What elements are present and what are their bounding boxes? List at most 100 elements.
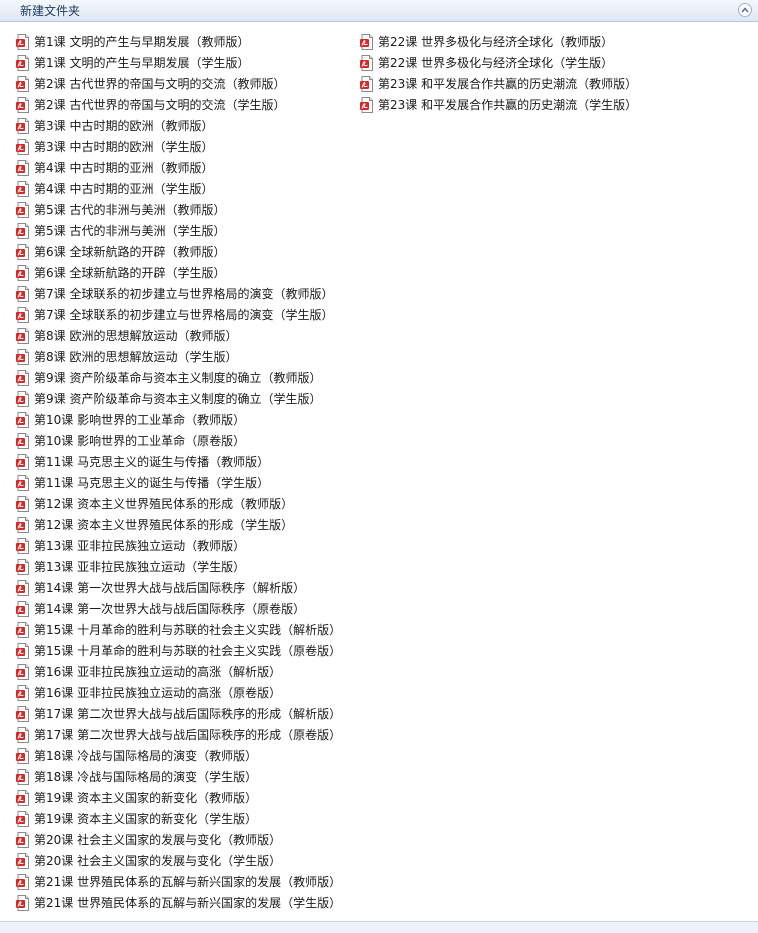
file-item[interactable]: 第16课 亚非拉民族独立运动的高涨（解析版） (15, 661, 341, 682)
file-name: 第15课 十月革命的胜利与苏联的社会主义实践（解析版） (34, 622, 342, 637)
pdf-icon (16, 894, 29, 911)
file-item[interactable]: 第18课 冷战与国际格局的演变（学生版） (15, 766, 341, 787)
file-name: 第23课 和平发展合作共赢的历史潮流（教师版） (378, 76, 638, 91)
file-name: 第21课 世界殖民体系的瓦解与新兴国家的发展（教师版） (34, 874, 342, 889)
file-item[interactable]: 第9课 资产阶级革命与资本主义制度的确立（教师版） (15, 367, 341, 388)
file-name: 第1课 文明的产生与早期发展（教师版） (34, 34, 250, 49)
pdf-icon (16, 579, 29, 596)
pdf-icon (16, 117, 29, 134)
file-item[interactable]: 第10课 影响世界的工业革命（原卷版） (15, 430, 341, 451)
pdf-icon (16, 180, 29, 197)
file-item[interactable]: 第17课 第二次世界大战与战后国际秩序的形成（解析版） (15, 703, 341, 724)
file-item[interactable]: 第21课 世界殖民体系的瓦解与新兴国家的发展（学生版） (15, 892, 341, 913)
file-name: 第11课 马克思主义的诞生与传播（学生版） (34, 475, 270, 490)
file-name: 第19课 资本主义国家的新变化（教师版） (34, 790, 258, 805)
file-name: 第6课 全球新航路的开辟（教师版） (34, 244, 226, 259)
file-name: 第18课 冷战与国际格局的演变（学生版） (34, 769, 258, 784)
file-item[interactable]: 第21课 世界殖民体系的瓦解与新兴国家的发展（教师版） (15, 871, 341, 892)
pdf-icon (360, 96, 373, 113)
file-item[interactable]: 第22课 世界多极化与经济全球化（学生版） (359, 52, 637, 73)
file-item[interactable]: 第19课 资本主义国家的新变化（教师版） (15, 787, 341, 808)
file-column-right: 第22课 世界多极化与经济全球化（教师版） 第22课 世界多极化与经济全球化（学… (359, 31, 637, 115)
file-item[interactable]: 第5课 古代的非洲与美洲（教师版） (15, 199, 341, 220)
file-name: 第16课 亚非拉民族独立运动的高涨（解析版） (34, 664, 282, 679)
file-item[interactable]: 第8课 欧洲的思想解放运动（教师版） (15, 325, 341, 346)
file-item[interactable]: 第7课 全球联系的初步建立与世界格局的演变（学生版） (15, 304, 341, 325)
file-item[interactable]: 第16课 亚非拉民族独立运动的高涨（原卷版） (15, 682, 341, 703)
file-item[interactable]: 第15课 十月革命的胜利与苏联的社会主义实践（解析版） (15, 619, 341, 640)
file-name: 第22课 世界多极化与经济全球化（教师版） (378, 34, 614, 49)
file-name: 第14课 第一次世界大战与战后国际秩序（解析版） (34, 580, 306, 595)
file-name: 第4课 中古时期的亚洲（教师版） (34, 160, 214, 175)
pdf-icon (360, 33, 373, 50)
file-item[interactable]: 第14课 第一次世界大战与战后国际秩序（原卷版） (15, 598, 341, 619)
collapse-button[interactable] (738, 3, 752, 17)
pdf-icon (16, 726, 29, 743)
file-name: 第14课 第一次世界大战与战后国际秩序（原卷版） (34, 601, 306, 616)
pdf-icon (16, 348, 29, 365)
file-item[interactable]: 第2课 古代世界的帝国与文明的交流（教师版） (15, 73, 341, 94)
pdf-icon (16, 327, 29, 344)
file-item[interactable]: 第14课 第一次世界大战与战后国际秩序（解析版） (15, 577, 341, 598)
file-item[interactable]: 第8课 欧洲的思想解放运动（学生版） (15, 346, 341, 367)
file-item[interactable]: 第10课 影响世界的工业革命（教师版） (15, 409, 341, 430)
file-item[interactable]: 第9课 资产阶级革命与资本主义制度的确立（学生版） (15, 388, 341, 409)
file-name: 第5课 古代的非洲与美洲（学生版） (34, 223, 226, 238)
file-item[interactable]: 第1课 文明的产生与早期发展（教师版） (15, 31, 341, 52)
file-name: 第17课 第二次世界大战与战后国际秩序的形成（解析版） (34, 706, 342, 721)
pdf-icon (16, 54, 29, 71)
pdf-icon (16, 495, 29, 512)
file-item[interactable]: 第12课 资本主义世界殖民体系的形成（教师版） (15, 493, 341, 514)
pdf-icon (16, 243, 29, 260)
pdf-icon (360, 54, 373, 71)
file-item[interactable]: 第1课 文明的产生与早期发展（学生版） (15, 52, 341, 73)
file-item[interactable]: 第19课 资本主义国家的新变化（学生版） (15, 808, 341, 829)
file-name: 第13课 亚非拉民族独立运动（学生版） (34, 559, 246, 574)
file-name: 第16课 亚非拉民族独立运动的高涨（原卷版） (34, 685, 282, 700)
file-name: 第1课 文明的产生与早期发展（学生版） (34, 55, 250, 70)
file-item[interactable]: 第22课 世界多极化与经济全球化（教师版） (359, 31, 637, 52)
file-item[interactable]: 第23课 和平发展合作共赢的历史潮流（教师版） (359, 73, 637, 94)
file-item[interactable]: 第18课 冷战与国际格局的演变（教师版） (15, 745, 341, 766)
file-item[interactable]: 第2课 古代世界的帝国与文明的交流（学生版） (15, 94, 341, 115)
file-item[interactable]: 第7课 全球联系的初步建立与世界格局的演变（教师版） (15, 283, 341, 304)
file-name: 第8课 欧洲的思想解放运动（教师版） (34, 328, 238, 343)
pdf-icon (16, 831, 29, 848)
file-item[interactable]: 第11课 马克思主义的诞生与传播（学生版） (15, 472, 341, 493)
file-name: 第20课 社会主义国家的发展与变化（教师版） (34, 832, 282, 847)
file-item[interactable]: 第4课 中古时期的亚洲（教师版） (15, 157, 341, 178)
file-item[interactable]: 第5课 古代的非洲与美洲（学生版） (15, 220, 341, 241)
file-name: 第9课 资产阶级革命与资本主义制度的确立（教师版） (34, 370, 322, 385)
file-item[interactable]: 第13课 亚非拉民族独立运动（学生版） (15, 556, 341, 577)
window-title: 新建文件夹 (20, 4, 81, 18)
file-item[interactable]: 第6课 全球新航路的开辟（教师版） (15, 241, 341, 262)
pdf-icon (16, 432, 29, 449)
file-item[interactable]: 第15课 十月革命的胜利与苏联的社会主义实践（原卷版） (15, 640, 341, 661)
file-item[interactable]: 第3课 中古时期的欧洲（学生版） (15, 136, 341, 157)
file-item[interactable]: 第11课 马克思主义的诞生与传播（教师版） (15, 451, 341, 472)
file-name: 第23课 和平发展合作共赢的历史潮流（学生版） (378, 97, 638, 112)
pdf-icon (16, 768, 29, 785)
pdf-icon (16, 390, 29, 407)
pdf-icon (16, 264, 29, 281)
file-item[interactable]: 第20课 社会主义国家的发展与变化（学生版） (15, 850, 341, 871)
pdf-icon (360, 75, 373, 92)
file-name: 第12课 资本主义世界殖民体系的形成（教师版） (34, 496, 294, 511)
pdf-icon (16, 642, 29, 659)
file-item[interactable]: 第23课 和平发展合作共赢的历史潮流（学生版） (359, 94, 637, 115)
file-item[interactable]: 第6课 全球新航路的开辟（学生版） (15, 262, 341, 283)
file-item[interactable]: 第17课 第二次世界大战与战后国际秩序的形成（原卷版） (15, 724, 341, 745)
file-item[interactable]: 第12课 资本主义世界殖民体系的形成（学生版） (15, 514, 341, 535)
file-name: 第21课 世界殖民体系的瓦解与新兴国家的发展（学生版） (34, 895, 342, 910)
file-name: 第22课 世界多极化与经济全球化（学生版） (378, 55, 614, 70)
pdf-icon (16, 537, 29, 554)
pdf-icon (16, 873, 29, 890)
file-item[interactable]: 第4课 中古时期的亚洲（学生版） (15, 178, 341, 199)
file-item[interactable]: 第20课 社会主义国家的发展与变化（教师版） (15, 829, 341, 850)
pdf-icon (16, 138, 29, 155)
pdf-icon (16, 453, 29, 470)
file-item[interactable]: 第3课 中古时期的欧洲（教师版） (15, 115, 341, 136)
status-bar (0, 921, 758, 933)
file-name: 第11课 马克思主义的诞生与传播（教师版） (34, 454, 270, 469)
file-item[interactable]: 第13课 亚非拉民族独立运动（教师版） (15, 535, 341, 556)
